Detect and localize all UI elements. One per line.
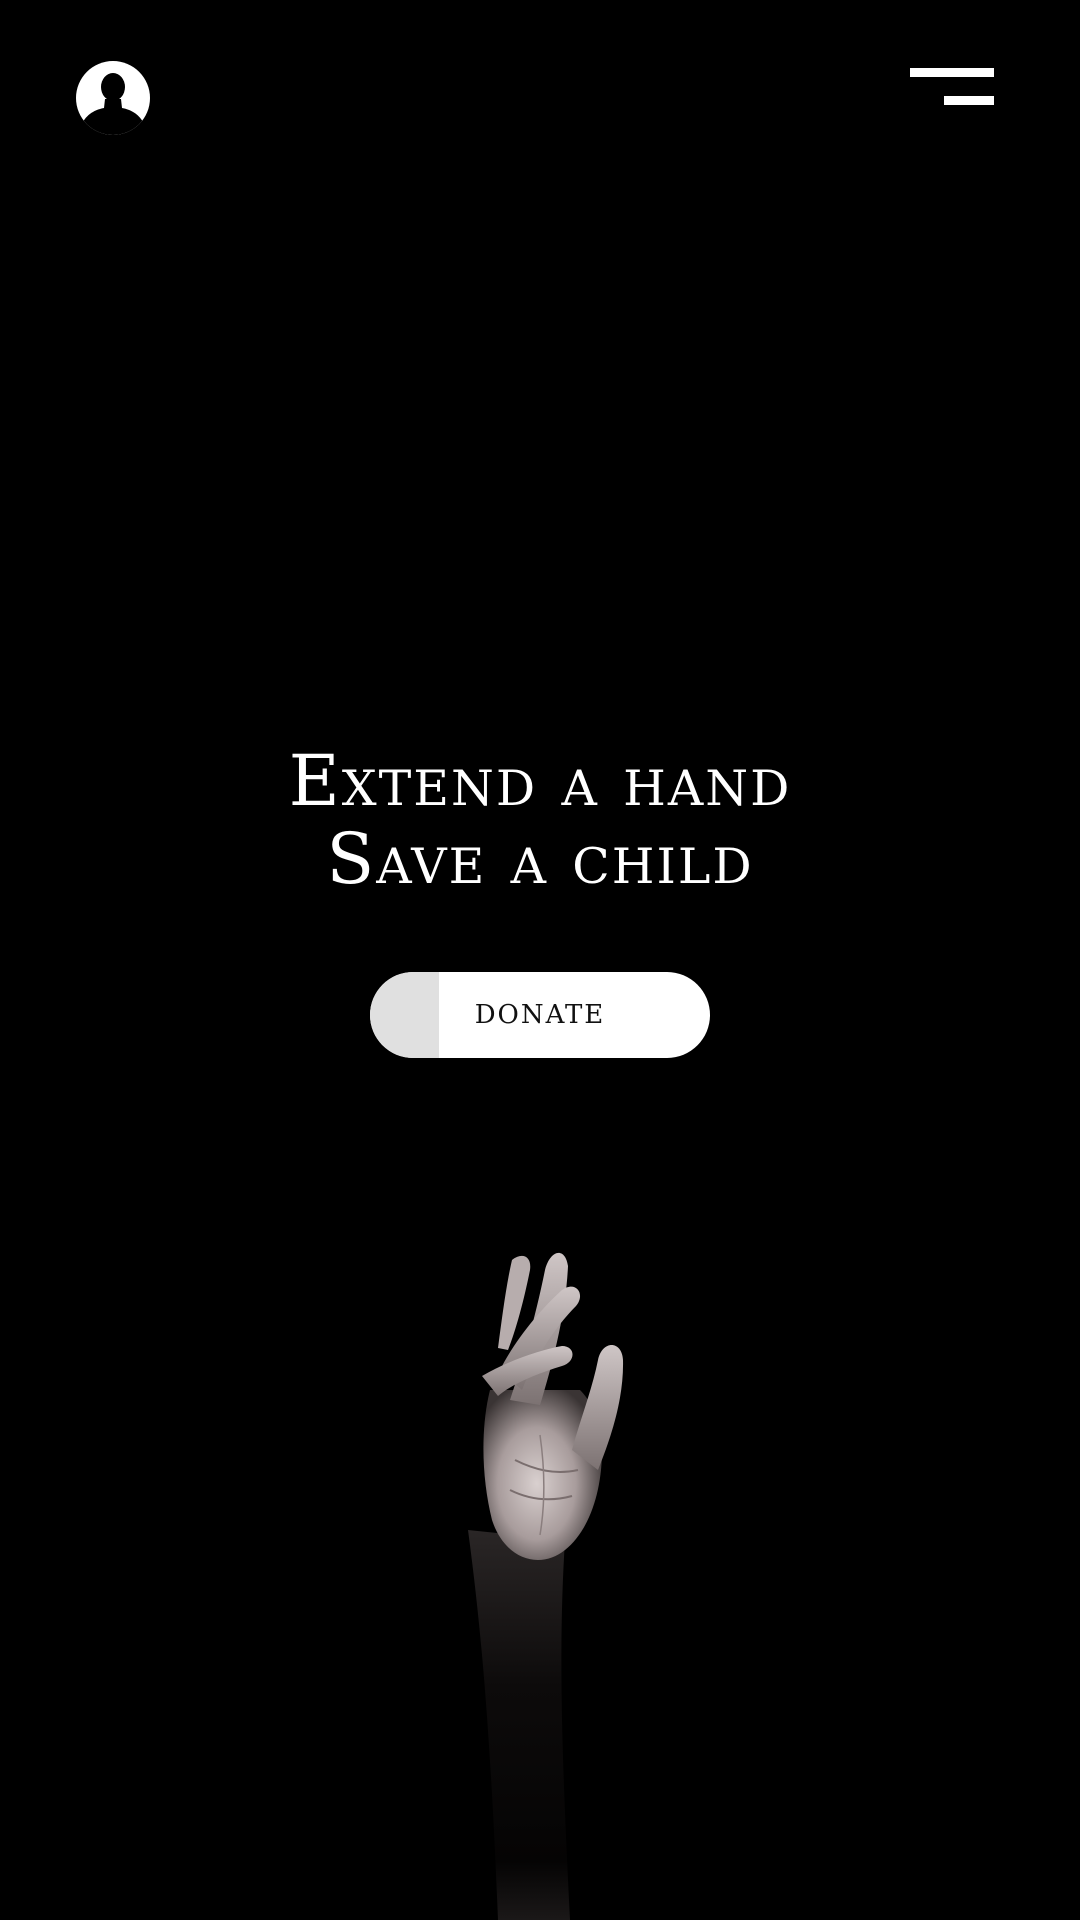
donate-button[interactable]: DONATE xyxy=(370,972,710,1058)
hero-headline: Extend a hand Save a child xyxy=(0,742,1080,898)
donate-button-label: DONATE xyxy=(474,1000,606,1030)
hero-line-1: Extend a hand xyxy=(288,740,792,822)
reaching-hand-icon xyxy=(468,1252,624,1920)
reaching-hand-image xyxy=(340,1200,740,1920)
donate-button-accent xyxy=(370,972,439,1058)
hamburger-menu-button[interactable] xyxy=(910,66,996,108)
user-avatar-icon xyxy=(76,61,150,135)
menu-line-bottom xyxy=(944,96,994,105)
profile-avatar-button[interactable] xyxy=(75,60,151,136)
menu-line-top xyxy=(910,68,994,77)
hero-line-2: Save a child xyxy=(326,818,754,900)
landing-screen: Extend a hand Save a child DONATE xyxy=(0,0,1080,1920)
